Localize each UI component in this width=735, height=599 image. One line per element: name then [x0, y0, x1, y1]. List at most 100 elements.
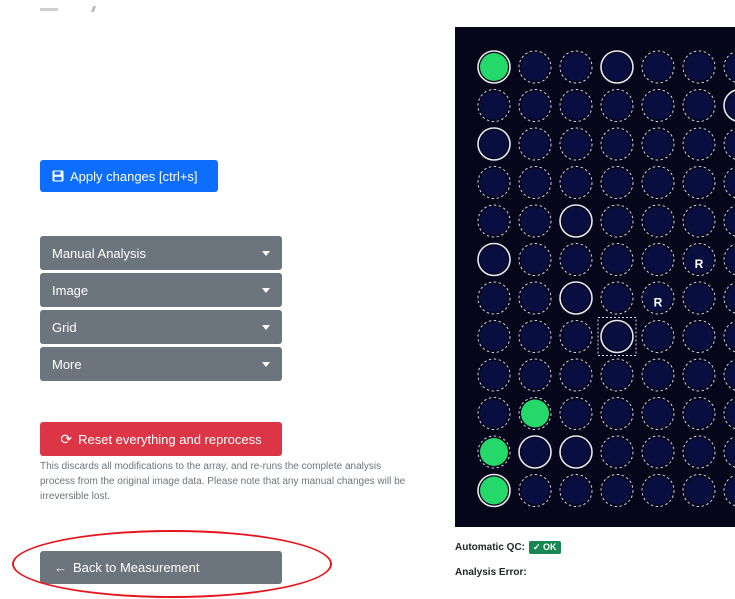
reset-reprocess-button[interactable]: ⟳ Reset everything and reprocess	[40, 422, 282, 456]
array-spot[interactable]	[562, 130, 590, 158]
array-spot[interactable]	[644, 168, 672, 197]
array-spot[interactable]	[562, 245, 590, 274]
array-spot[interactable]	[603, 168, 631, 197]
back-to-measurement-button[interactable]: ← Back to Measurement	[40, 551, 282, 584]
array-spot[interactable]	[685, 130, 713, 158]
array-spot[interactable]	[562, 476, 590, 505]
array-spot[interactable]	[521, 438, 549, 466]
accordion-label: Manual Analysis	[52, 245, 146, 261]
array-spot[interactable]	[480, 168, 508, 197]
header-fragment-mark	[90, 6, 97, 12]
array-spot[interactable]	[644, 130, 672, 158]
accordion-label: Image	[52, 282, 89, 298]
array-spot[interactable]	[603, 207, 631, 235]
array-spot[interactable]	[562, 322, 590, 351]
automatic-qc: Automatic QC: ✓ OK	[455, 541, 561, 554]
array-spot-positive[interactable]	[480, 53, 508, 81]
array-spot[interactable]	[480, 399, 508, 428]
array-spot[interactable]	[521, 245, 549, 274]
array-spot[interactable]	[521, 130, 549, 158]
array-spot[interactable]	[685, 91, 713, 120]
array-spot[interactable]	[521, 284, 549, 312]
array-spot[interactable]	[521, 53, 549, 81]
array-spot[interactable]	[685, 168, 713, 197]
array-spot-positive[interactable]	[480, 438, 508, 466]
array-spot[interactable]	[521, 322, 549, 351]
array-spot[interactable]	[685, 438, 713, 466]
array-spot[interactable]	[562, 438, 590, 466]
array-spot[interactable]	[521, 207, 549, 235]
array-spot[interactable]	[644, 438, 672, 466]
header-fragment-bar	[40, 8, 58, 11]
accordion-label: More	[52, 356, 82, 372]
microarray-spots[interactable]: RR	[455, 27, 735, 527]
array-spot[interactable]	[562, 91, 590, 120]
array-spot[interactable]	[685, 361, 713, 389]
accordion-more[interactable]: More	[40, 347, 282, 381]
array-spot[interactable]	[562, 284, 590, 312]
array-spot[interactable]	[644, 245, 672, 274]
array-spot[interactable]	[603, 53, 631, 81]
array-spot[interactable]	[603, 284, 631, 312]
qc-status-badge: ✓ OK	[529, 541, 561, 554]
spot-label: R	[654, 296, 663, 310]
reset-help-text: This discards all modifications to the a…	[40, 461, 406, 502]
array-spot[interactable]	[644, 361, 672, 389]
array-spot[interactable]	[644, 322, 672, 351]
array-spot[interactable]	[480, 284, 508, 312]
array-spot[interactable]	[685, 399, 713, 428]
refresh-icon: ⟳	[60, 431, 73, 447]
array-spot[interactable]	[603, 245, 631, 274]
accordion-label: Grid	[52, 319, 77, 335]
array-spot[interactable]	[685, 322, 713, 351]
array-spot[interactable]	[685, 53, 713, 81]
reset-reprocess-label: Reset everything and reprocess	[78, 431, 262, 447]
array-spot[interactable]	[603, 361, 631, 389]
array-spot[interactable]	[603, 91, 631, 120]
analysis-error-label: Analysis Error:	[455, 567, 527, 578]
array-spot[interactable]	[685, 476, 713, 505]
accordion-grid[interactable]: Grid	[40, 310, 282, 344]
array-spot-positive[interactable]	[480, 476, 508, 505]
array-spot[interactable]	[644, 476, 672, 505]
array-spot[interactable]	[480, 361, 508, 389]
array-spot[interactable]	[521, 361, 549, 389]
apply-changes-label: Apply changes [ctrl+s]	[70, 168, 198, 184]
array-spot[interactable]	[521, 91, 549, 120]
array-spot[interactable]	[603, 438, 631, 466]
back-to-measurement-label: Back to Measurement	[73, 560, 200, 575]
array-spot[interactable]	[480, 91, 508, 120]
array-spot[interactable]	[480, 130, 508, 158]
save-icon	[52, 170, 64, 182]
array-spot[interactable]	[521, 476, 549, 505]
accordion-image[interactable]: Image	[40, 273, 282, 307]
array-spot[interactable]	[685, 284, 713, 312]
accordion-manual-analysis[interactable]: Manual Analysis	[40, 236, 282, 270]
array-spot[interactable]	[562, 53, 590, 81]
array-spot[interactable]	[603, 322, 631, 351]
array-spot[interactable]	[644, 399, 672, 428]
array-spot[interactable]	[603, 399, 631, 428]
array-spot[interactable]	[521, 168, 549, 197]
array-spot[interactable]	[603, 130, 631, 158]
array-spot[interactable]	[644, 207, 672, 235]
array-spot[interactable]	[603, 476, 631, 505]
arrow-left-icon: ←	[54, 560, 67, 575]
array-spot[interactable]	[644, 53, 672, 81]
array-spot[interactable]	[685, 207, 713, 235]
array-spot[interactable]	[644, 91, 672, 120]
header-fragment	[40, 2, 130, 14]
array-spot[interactable]	[562, 361, 590, 389]
array-spot[interactable]	[562, 399, 590, 428]
array-spot[interactable]	[480, 245, 508, 274]
caret-down-icon	[262, 324, 270, 330]
microarray-image[interactable]: RR	[455, 27, 735, 527]
array-spot-positive[interactable]	[521, 399, 549, 428]
array-spot[interactable]	[480, 207, 508, 235]
caret-down-icon	[262, 361, 270, 367]
array-spot[interactable]	[562, 207, 590, 235]
array-spot[interactable]	[480, 322, 508, 351]
array-spot[interactable]	[562, 168, 590, 197]
caret-down-icon	[262, 250, 270, 256]
apply-changes-button[interactable]: Apply changes [ctrl+s]	[40, 160, 218, 192]
